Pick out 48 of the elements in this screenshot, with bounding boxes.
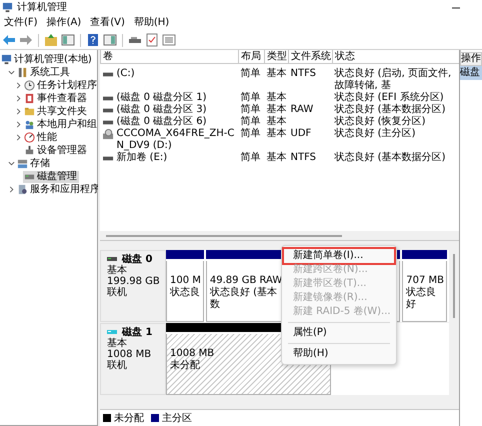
disk-name: 磁盘 1 [122,327,152,338]
table-cell: 简单 [240,92,260,103]
table-cell: 基本 [266,104,286,115]
table-cell: 基本 [266,92,286,103]
table-cell: (磁盘 0 磁盘分区 6) [116,116,207,128]
table-cell-text: CCCOMA_X64FRE_ZH-CN_DV9 (D:) [116,128,236,152]
table-cell: (磁盘 0 磁盘分区 1) [116,92,207,104]
table-cell: 状态良好 (主分区) [334,128,416,139]
partition-status: 状态良好 (基本数 [210,287,278,311]
table-cell: 状态良好 (基本数据分区) [334,104,446,115]
table-cell: 基本 [266,116,286,127]
table-cell: NTFS [290,68,316,79]
partition-size: 1008 MB [170,348,214,360]
legend-label: 未分配 [114,412,144,425]
table-cell: 基本 [266,128,286,139]
partition-status: 状态良 [170,287,200,299]
table-cell: RAW [290,104,314,115]
legend-label: 主分区 [162,412,192,425]
table-cell: 状态良好 (启动, 页面文件, 故障转储, 基 [334,68,452,91]
table-cell: UDF [290,128,312,139]
disk-type: 基本 [107,338,128,349]
disk-status: 联机 [107,287,128,298]
partition-size: 707 MB [406,275,444,286]
partition-size: 49.89 GB RAW [210,275,282,286]
table-cell: 基本 [266,152,286,163]
table-cell: 基本 [266,68,286,79]
disk-size: 1008 MB [107,349,152,360]
disk-status: 联机 [107,360,128,371]
partition-status: 未分配 [170,360,200,372]
disk-name: 磁盘 0 [122,254,152,265]
table-cell: 状态良好 (恢复分区) [334,116,426,127]
table-cell: (C:) [116,68,135,80]
disk-size: 199.98 GB [107,276,161,287]
disk-type: 基本 [107,265,128,276]
table-cell: 新加卷 (E:) [116,152,168,164]
window-title: 计算机管理 [17,2,68,14]
pane-title: 操作 [460,52,482,66]
table-cell: 状态良好 (基本数据分区) [334,152,446,163]
table-cell: 简单 [240,116,260,127]
partition-status: 状态良好 [406,287,438,311]
table-cell: 状态良好 (EFI 系统分区) [334,92,444,103]
table-cell: NTFS [290,152,316,163]
table-cell: 简单 [240,104,260,115]
table-cell: 简单 [240,152,260,163]
table-cell: 简单 [240,128,260,139]
table-cell: 简单 [240,68,260,79]
table-cell: (磁盘 0 磁盘分区 3) [116,104,207,116]
partition-size: 100 M [170,275,201,286]
